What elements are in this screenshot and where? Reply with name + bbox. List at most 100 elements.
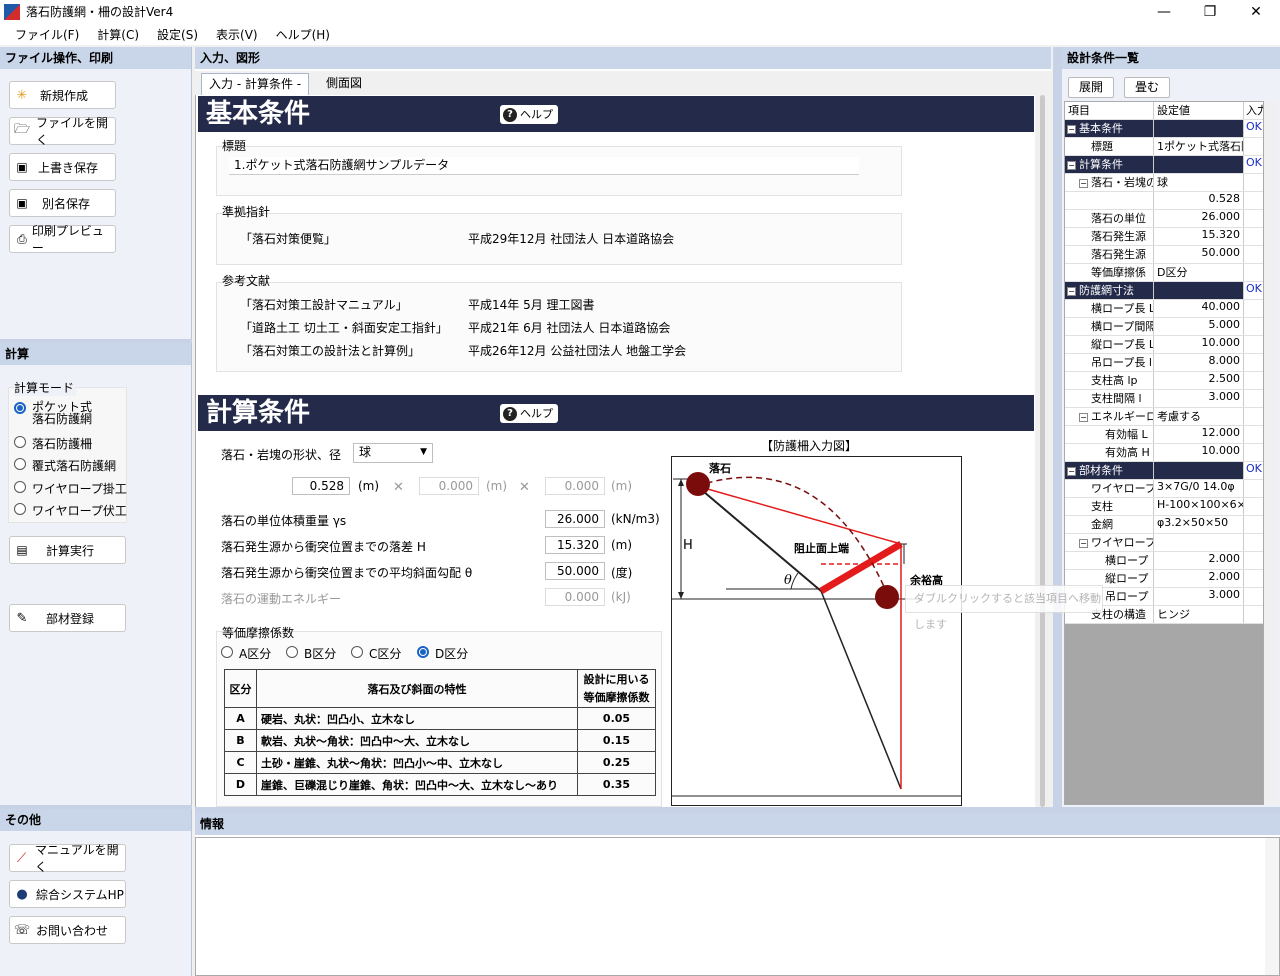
menu-view[interactable]: 表示(V) [207,26,267,43]
basic-help-button[interactable]: ? ヘルプ [500,105,558,124]
tree-row[interactable]: 支柱 H-100×100×6× [1065,498,1263,516]
run-calc-button[interactable]: ▤ 計算実行 [9,536,126,564]
collapse-toggle-icon[interactable]: − [1067,467,1076,476]
app-icon [4,3,20,20]
collapse-toggle-icon[interactable]: − [1067,287,1076,296]
tree-row[interactable]: 支柱間隔 l 3.000 [1065,390,1263,408]
top-surface-label: 阻止面上端 [794,541,849,555]
unit-weight-label: 落石の単位体積重量 γs [221,514,347,528]
calc-mode-label: 計算モード [14,379,77,396]
mode-covered-net-radio[interactable]: 覆式落石防護網 [14,457,116,474]
window-title: 落石防護網・柵の設計Ver4 [26,5,174,19]
slope-angle-label: 落石発生源から衝突位置までの平均斜面勾配 θ [221,566,473,580]
tree-row[interactable]: 落石発生源 15.320 [1065,228,1263,246]
contact-icon: ☏ [13,922,31,938]
input-scroll-area[interactable]: 基本条件 ? ヘルプ 標題 1.ポケット式落石防護網サンプルデータ 準拠指針 「落… [195,95,1035,807]
print-preview-button[interactable]: ⎙ 印刷プレビュー [9,224,116,255]
tree-row[interactable]: 吊ロープ長 l 8.000 [1065,354,1263,372]
mode-wire-hang-radio[interactable]: ワイヤロープ掛工 [14,480,127,497]
vertical-splitter[interactable] [1053,47,1062,807]
drop-height-input[interactable]: 15.320 [545,536,605,554]
tree-row[interactable]: 横ロープ 2.000 [1065,552,1263,570]
mode-pocket-radio[interactable]: ポケット式 落石防護網 [14,401,92,425]
tab-input-conditions[interactable]: 入力 - 計算条件 - [201,73,310,95]
menu-file[interactable]: ファイル(F) [6,26,88,43]
save-as-button[interactable]: ▣ 別名保存 [9,189,116,217]
shape-select[interactable]: 球 ▼ [353,443,433,463]
h-label: H [683,538,693,553]
left-panel: ファイル操作、印刷 ✳ 新規作成 🗁 ファイルを開く ▣ 上書き保存 ▣ 別名保… [0,47,192,976]
slope-angle-input[interactable]: 50.000 [545,562,605,580]
tree-category[interactable]: − 基本条件 OK [1065,120,1263,138]
tree-row[interactable]: 落石の単位 26.000 [1065,210,1263,228]
tree-row[interactable]: 落石発生源 50.000 [1065,246,1263,264]
dim2-unit: (m) [486,479,508,493]
tree-category[interactable]: − 防護網寸法 OK [1065,282,1263,300]
close-button[interactable]: ✕ [1233,0,1279,23]
save-button[interactable]: ▣ 上書き保存 [9,153,116,181]
tree-row[interactable]: 0.528 [1065,192,1263,210]
table-header: 区分 [224,669,257,708]
friction-b-radio[interactable]: B区分 [286,645,336,662]
collapse-toggle-icon[interactable]: − [1067,125,1076,134]
menu-calc[interactable]: 計算(C) [88,26,148,43]
tree-row[interactable]: 横ロープ長 L 40.000 [1065,300,1263,318]
open-folder-icon: 🗁 [13,122,31,137]
unit-weight-input[interactable]: 26.000 [545,510,605,528]
tab-side-view[interactable]: 側面図 [319,73,369,95]
member-register-button[interactable]: ✎ 部材登録 [9,604,126,632]
collapse-toggle-icon[interactable]: − [1079,413,1088,422]
conditions-tree[interactable]: 項目 設定値 入力 −基本条件OK標題1ポケット式落石防−計算条件OK−落石・岩… [1064,101,1264,805]
open-file-button[interactable]: 🗁 ファイルを開く [9,116,116,147]
tree-row[interactable]: − ワイヤロープ( [1065,534,1263,552]
collapse-toggle-icon[interactable]: − [1079,539,1088,548]
tree-row[interactable]: 有効幅 L 12.000 [1065,426,1263,444]
standard-label: 準拠指針 [222,205,271,219]
open-manual-button[interactable]: ⟋ マニュアルを開く [9,843,126,874]
friction-d-radio[interactable]: D区分 [417,645,468,662]
collapse-button[interactable]: 畳む [1124,77,1170,98]
diameter-input[interactable]: 0.528 [292,477,350,495]
tree-category[interactable]: − 計算条件 OK [1065,156,1263,174]
expand-button[interactable]: 展開 [1068,77,1114,98]
title-input[interactable]: 1.ポケット式落石防護網サンプルデータ [229,157,859,175]
calc-help-button[interactable]: ? ヘルプ [500,404,558,423]
friction-a-radio[interactable]: A区分 [221,645,271,662]
tree-row[interactable]: 支柱高 lp 2.500 [1065,372,1263,390]
menu-help[interactable]: ヘルプ(H) [267,26,339,43]
collapse-toggle-icon[interactable]: − [1079,179,1088,188]
tree-row[interactable]: − 落石・岩塊の球 [1065,174,1263,192]
tree-scrollbar[interactable] [1264,101,1278,805]
tree-empty-area [1065,624,1263,804]
table-header: 設計に用いる 等価摩擦係数 [577,669,656,708]
scroll-thumb[interactable] [1040,95,1045,807]
minimize-button[interactable]: — [1141,0,1187,23]
info-scrollbar[interactable] [1265,838,1279,975]
ref-name-3: 「落石対策工の設計法と計算例」 [240,344,421,358]
friction-label: 等価摩擦係数 [222,626,295,640]
tree-row[interactable]: − エネルギーロ 考慮する [1065,408,1263,426]
friction-c-radio[interactable]: C区分 [351,645,401,662]
mode-fence-radio[interactable]: 落石防護柵 [14,435,92,452]
tree-row[interactable]: 等価摩擦係 D区分 [1065,264,1263,282]
tree-row[interactable]: 有効高 H 10.000 [1065,444,1263,462]
maximize-button[interactable]: ❐ [1187,0,1233,23]
tree-row[interactable]: 横ロープ間隔 5.000 [1065,318,1263,336]
menu-settings[interactable]: 設定(S) [148,26,207,43]
homepage-button[interactable]: ● 綜合システムHP [9,880,126,908]
tree-category[interactable]: − 部材条件 OK [1065,462,1263,480]
mode-wire-lay-radio[interactable]: ワイヤロープ伏工 [14,502,127,519]
ref-info-2: 平成21年 6月 社団法人 日本道路協会 [468,321,671,335]
tree-row[interactable]: 標題 1ポケット式落石防 [1065,138,1263,156]
calc-panel-title: 計算 [0,343,191,365]
tree-row[interactable]: 金網 φ3.2×50×50 [1065,516,1263,534]
drop-height-label: 落石発生源から衝突位置までの落差 H [221,540,426,554]
contact-button[interactable]: ☏ お問い合わせ [9,916,126,944]
tree-row[interactable]: ワイヤロープ 3×7G/0 14.0φ [1065,480,1263,498]
info-text-area[interactable] [195,837,1280,976]
collapse-toggle-icon[interactable]: − [1067,161,1076,170]
new-file-button[interactable]: ✳ 新規作成 [9,81,116,109]
manual-icon: ⟋ [16,850,27,866]
tree-row[interactable]: 縦ロープ長 L 10.000 [1065,336,1263,354]
center-scrollbar[interactable] [1035,95,1051,807]
